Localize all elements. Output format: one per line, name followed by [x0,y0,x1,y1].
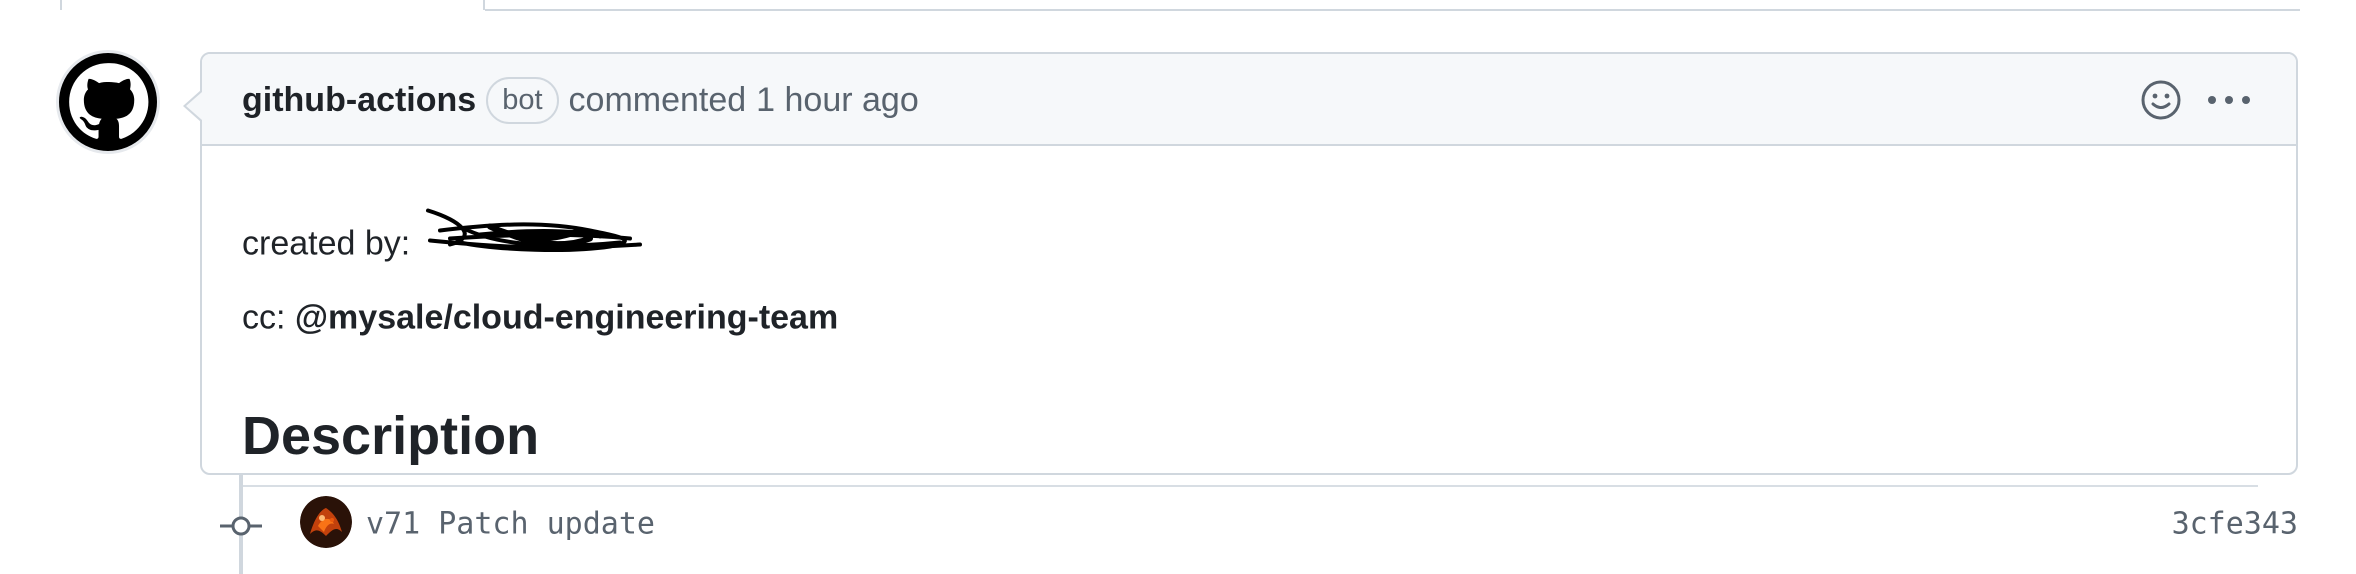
commit-message-link[interactable]: v71 Patch update [366,507,655,542]
tab-border [60,0,485,10]
commit-author-avatar[interactable] [300,496,352,548]
comment-box: github-actions bot commented 1 hour ago [183,52,2298,487]
heading-divider [242,485,2258,487]
comment-actions [2140,54,2252,146]
smiley-icon[interactable] [2140,79,2182,121]
issue-timeline: github-actions bot commented 1 hour ago [0,0,2356,574]
bot-badge: bot [486,76,559,124]
created-by-label: created by: [242,224,411,263]
kebab-icon[interactable] [2206,94,2252,106]
author-link[interactable]: github-actions [242,81,476,120]
git-commit-icon [220,516,262,536]
avatar[interactable] [56,50,160,154]
avatar-image-icon [300,496,352,548]
commit-sha-link[interactable]: 3cfe343 [2172,507,2298,542]
redacted-scribble [426,208,642,252]
tab-underline [485,9,2300,11]
comment-meta: github-actions bot commented 1 hour ago [242,54,919,146]
team-mention-link[interactable]: @mysale/cloud-engineering-team [295,299,838,337]
description-heading: Description [242,406,540,466]
comment-header: github-actions bot commented 1 hour ago [186,54,2296,146]
cc-line: cc: @mysale/cloud-engineering-team [242,299,838,338]
created-by-line: created by: [242,208,642,264]
comment-timestamp[interactable]: 1 hour ago [756,81,919,120]
github-octocat-icon [69,63,149,139]
comment-action: commented [568,80,747,119]
comment-caret-fill [186,92,202,120]
cc-label: cc: [242,298,286,337]
